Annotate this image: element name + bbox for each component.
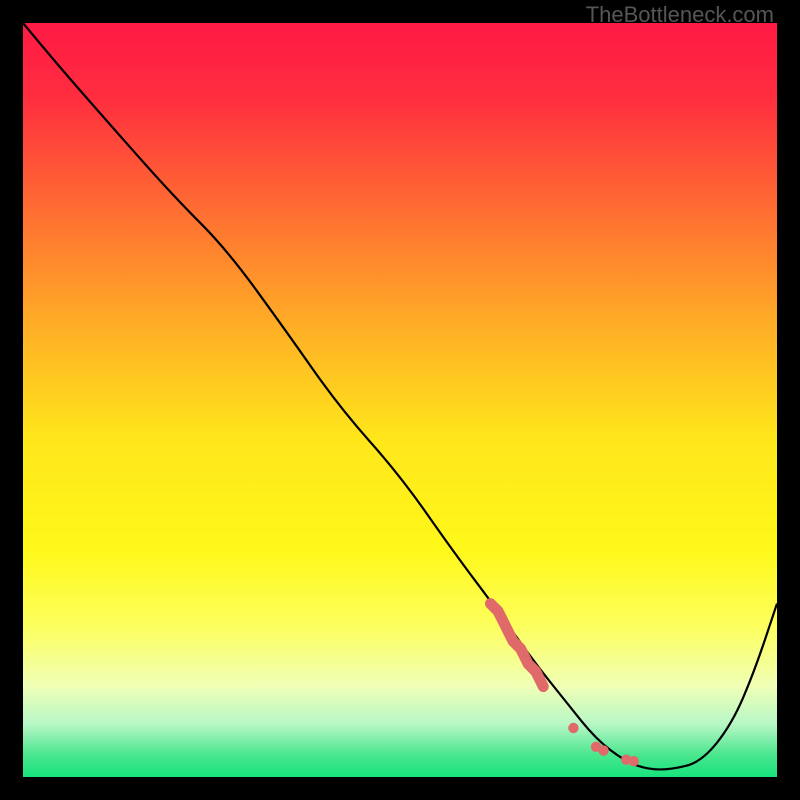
highlight-dot bbox=[568, 723, 578, 733]
highlight-dot bbox=[629, 756, 639, 766]
chart-frame bbox=[23, 23, 777, 777]
chart-background bbox=[23, 23, 777, 777]
highlight-dot bbox=[598, 745, 608, 755]
watermark-text: TheBottleneck.com bbox=[586, 2, 774, 28]
chart-svg bbox=[23, 23, 777, 777]
